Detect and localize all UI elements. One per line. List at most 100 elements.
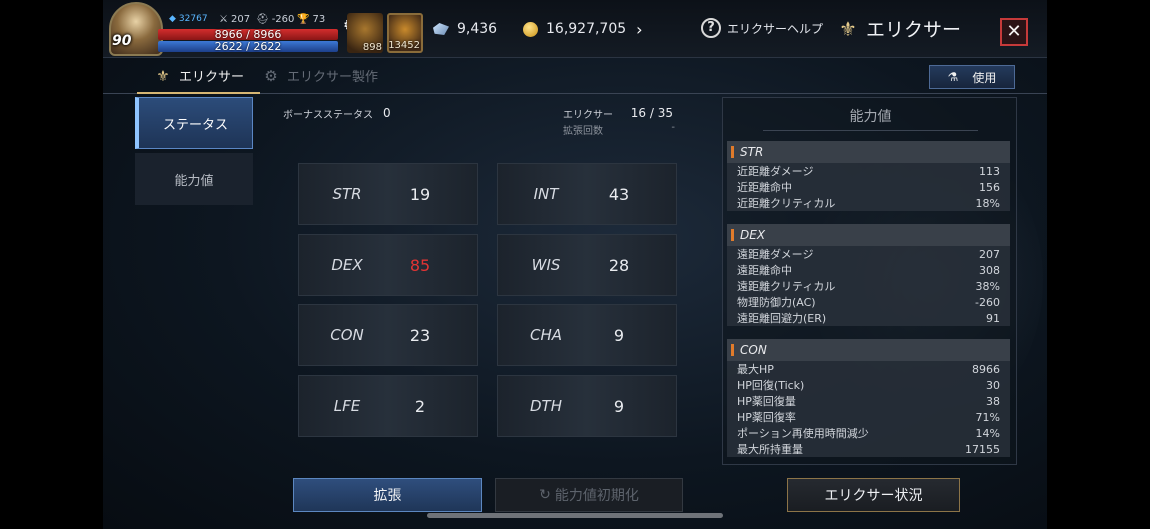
ability-row: 遠距離命中 308 — [727, 262, 1010, 278]
close-button[interactable]: ✕ — [1000, 18, 1028, 46]
group-header: CON — [727, 339, 1010, 361]
group-name: STR — [740, 145, 764, 159]
page-title-text: エリクサー — [866, 19, 962, 41]
item-slot-elixir[interactable]: 13452 — [387, 13, 423, 53]
stat-box-dex[interactable]: DEX 85 — [298, 234, 478, 296]
gem-icon — [433, 23, 449, 35]
elixir-count-value: 16 / 35 — [630, 106, 673, 120]
stat-value: 43 — [608, 184, 630, 204]
trophy-stat: 🏆 73 — [297, 14, 325, 25]
ability-label: 最大所持重量 — [737, 443, 803, 456]
help-button[interactable]: ? エリクサーヘルプ — [701, 18, 823, 38]
character-level: 90 — [112, 33, 132, 49]
bonus-status-label: ボーナスステータス — [283, 110, 373, 121]
side-item-abilities[interactable]: 能力値 — [135, 153, 253, 205]
group-marker — [731, 344, 734, 356]
ability-value: 8966 — [972, 362, 1000, 376]
stat-name: INT — [533, 185, 559, 203]
stat-box-dth[interactable]: DTH 9 — [497, 375, 677, 437]
top-bar: 90 ◆ 32767 ⚔ 207 ⛑ -260 🏆 73 8966 / 8966… — [103, 0, 1047, 58]
refresh-icon: ↻ — [539, 487, 551, 503]
attack-stat: ⚔ 207 — [219, 14, 250, 25]
ability-value: 156 — [979, 180, 1000, 194]
ability-panel[interactable]: 能力値 STR 近距離ダメージ 113 近距離命中 156 近距離クリティカル 18%… — [722, 97, 1017, 465]
ability-row: HP薬回復量 38 — [727, 393, 1010, 409]
sword-icon: ⚔ — [219, 14, 228, 25]
bonus-status-value: 0 — [383, 106, 391, 120]
exp-value: 32767 — [178, 14, 208, 24]
use-button[interactable]: ⚗ 使用 — [929, 65, 1015, 89]
ability-value: 14% — [975, 426, 1000, 440]
item-slot-potion[interactable]: 898 — [347, 13, 383, 53]
tab-elixir[interactable]: ⚜ エリクサー — [136, 66, 261, 94]
ability-label: 遠距離クリティカル — [737, 280, 836, 293]
ability-row: 近距離ダメージ 113 — [727, 163, 1010, 179]
ability-value: 91 — [986, 311, 1000, 325]
tab-elixir-label: エリクサー — [179, 70, 245, 85]
elixir-count: エリクサー 16 / 35 — [563, 106, 673, 121]
stat-box-wis[interactable]: WIS 28 — [497, 234, 677, 296]
reset-stats-label: 能力値初期化 — [554, 488, 639, 504]
stat-name: DEX — [331, 256, 363, 274]
ability-row: 遠距離クリティカル 38% — [727, 278, 1010, 294]
defense-stat: ⛑ -260 — [256, 14, 294, 25]
stat-value: 23 — [409, 325, 431, 345]
ability-group-str: STR 近距離ダメージ 113 近距離命中 156 近距離クリティカル 18% — [727, 141, 1010, 211]
trophy-stat-value: 73 — [312, 14, 326, 25]
gem-currency: 9,436 — [433, 17, 497, 41]
help-label: エリクサーヘルプ — [727, 21, 824, 36]
tab-elixir-crafting-label: エリクサー製作 — [287, 70, 379, 85]
side-item-status[interactable]: ステータス — [135, 97, 253, 149]
tab-elixir-crafting[interactable]: ⚙ エリクサー製作 — [261, 66, 379, 86]
ability-panel-title: 能力値 — [723, 106, 1018, 131]
ability-value: 17155 — [965, 442, 1000, 456]
stat-box-cha[interactable]: CHA 9 — [497, 304, 677, 366]
help-icon: ? — [701, 18, 721, 38]
ability-label: 物理防御力(AC) — [737, 296, 816, 309]
item-count: 898 — [362, 42, 382, 53]
ability-value: -260 — [975, 295, 1000, 309]
stat-box-con[interactable]: CON 23 — [298, 304, 478, 366]
stat-box-str[interactable]: STR 19 — [298, 163, 478, 225]
ability-value: 38 — [986, 394, 1000, 408]
ability-label: 遠距離回避力(ER) — [737, 312, 827, 325]
stat-box-lfe[interactable]: LFE 2 — [298, 375, 478, 437]
defense-stat-value: -260 — [271, 14, 295, 25]
use-button-label: 使用 — [972, 70, 997, 85]
ability-value: 38% — [975, 279, 1000, 293]
crafting-tab-icon: ⚙ — [264, 66, 278, 85]
home-indicator[interactable] — [427, 513, 723, 518]
stat-name: STR — [332, 185, 362, 203]
hp-text: 8966 / 8966 — [214, 28, 282, 41]
reset-stats-button[interactable]: ↻ 能力値初期化 — [495, 478, 683, 512]
ability-label: 近距離ダメージ — [737, 165, 814, 178]
stat-box-int[interactable]: INT 43 — [497, 163, 677, 225]
stat-name: CHA — [529, 326, 562, 344]
stat-name: DTH — [530, 397, 562, 415]
ability-group-dex: DEX 遠距離ダメージ 207 遠距離命中 308 遠距離クリティカル 38% 物理防… — [727, 224, 1010, 326]
group-header: DEX — [727, 224, 1010, 246]
expand-button[interactable]: 拡張 — [293, 478, 482, 512]
elixir-status-button[interactable]: エリクサー状況 — [787, 478, 960, 512]
mp-text: 2622 / 2622 — [214, 40, 282, 53]
ability-label: HP薬回復率 — [737, 411, 796, 424]
gold-coin-icon — [523, 21, 538, 37]
stat-value: 28 — [608, 255, 630, 275]
group-marker — [731, 146, 734, 158]
helmet-icon: ⛑ — [256, 14, 269, 25]
attack-stat-value: 207 — [230, 14, 251, 25]
bonus-status: ボーナスステータス 0 — [283, 106, 391, 121]
group-name: CON — [740, 343, 767, 357]
ability-value: 18% — [975, 196, 1000, 210]
ability-label: 遠距離命中 — [737, 264, 792, 277]
group-marker — [731, 229, 734, 241]
chevron-right-icon[interactable]: › — [636, 20, 642, 39]
exp-icon: ◆ — [169, 14, 176, 24]
stat-name: CON — [330, 326, 364, 344]
ability-row: 遠距離回避力(ER) 91 — [727, 310, 1010, 326]
expansion-count-value: - — [671, 122, 675, 133]
ability-label: HP回復(Tick) — [737, 379, 805, 392]
side-menu: ステータス 能力値 — [135, 97, 253, 209]
gold-amount: 16,927,705 — [546, 21, 627, 37]
gem-amount: 9,436 — [457, 21, 498, 37]
